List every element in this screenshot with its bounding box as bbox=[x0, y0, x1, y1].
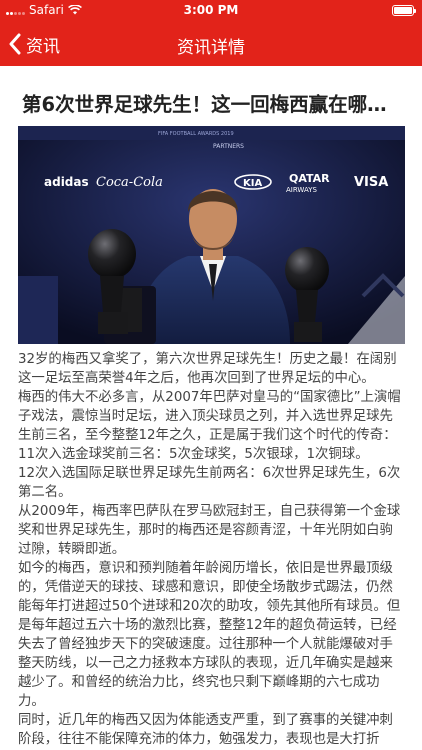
messi-award-photo: FIFA FOOTBALL AWARDS 2019 PARTNERS adida… bbox=[18, 126, 405, 344]
svg-text:adidas: adidas bbox=[44, 175, 89, 189]
svg-text:VISA: VISA bbox=[354, 175, 388, 190]
article-paragraph: 11次入选金球奖前三名：5次金球奖，5次银球，1次铜球。 bbox=[18, 447, 369, 462]
page-title: 资讯详情 bbox=[177, 38, 245, 58]
battery-icon bbox=[392, 5, 416, 16]
status-bar: Safari 3:00 PM bbox=[0, 0, 422, 22]
article-content: 第6次世界足球先生！这一回梅西赢在哪… FIFA FOOTBALL AWARDS… bbox=[0, 66, 422, 747]
article-paragraph: 从2009年，梅西率巴萨队在罗马欧冠封王，自己获得第一个金球奖和世界足球先生，那… bbox=[18, 504, 401, 557]
status-time: 3:00 PM bbox=[183, 3, 239, 17]
svg-text:PARTNERS: PARTNERS bbox=[213, 143, 244, 150]
svg-text:KIA: KIA bbox=[243, 178, 262, 189]
article-paragraph: 如今的梅西，意识和预判随着年龄阅历增长，依旧是世界最顶级的，凭借逆天的球技、球感… bbox=[18, 561, 401, 709]
article-body: 32岁的梅西又拿奖了，第六次世界足球先生！历史之最！在阔别这一足坛至高荣誉4年之… bbox=[18, 350, 404, 750]
article-title: 第6次世界足球先生！这一回梅西赢在哪… bbox=[22, 93, 387, 116]
battery-level bbox=[394, 7, 412, 14]
navigation-bar: 资讯 资讯详情 bbox=[0, 22, 422, 66]
svg-text:FIFA FOOTBALL AWARDS 2019: FIFA FOOTBALL AWARDS 2019 bbox=[158, 131, 234, 137]
article-paragraph: 32岁的梅西又拿奖了，第六次世界足球先生！历史之最！在阔别这一足坛至高荣誉4年之… bbox=[18, 352, 397, 386]
svg-text:QATAR: QATAR bbox=[289, 172, 330, 185]
svg-text:AIRWAYS: AIRWAYS bbox=[286, 186, 317, 194]
article-paragraph: 梅西的伟大不必多言，从2007年巴萨对皇马的“国家德比”上演帽子戏法，震惊当时足… bbox=[18, 390, 401, 443]
article-hero-photo: FIFA FOOTBALL AWARDS 2019 PARTNERS adida… bbox=[18, 126, 405, 344]
svg-text:Coca-Cola: Coca-Cola bbox=[96, 175, 163, 190]
article-paragraph: 同时，近几年的梅西又因为体能透支严重，到了赛事的关键冲刺阶段，往往不能保障充沛的… bbox=[18, 713, 393, 747]
article-paragraph: 12次入选国际足联世界足球先生前两名：6次世界足球先生，6次第二名。 bbox=[18, 466, 401, 500]
